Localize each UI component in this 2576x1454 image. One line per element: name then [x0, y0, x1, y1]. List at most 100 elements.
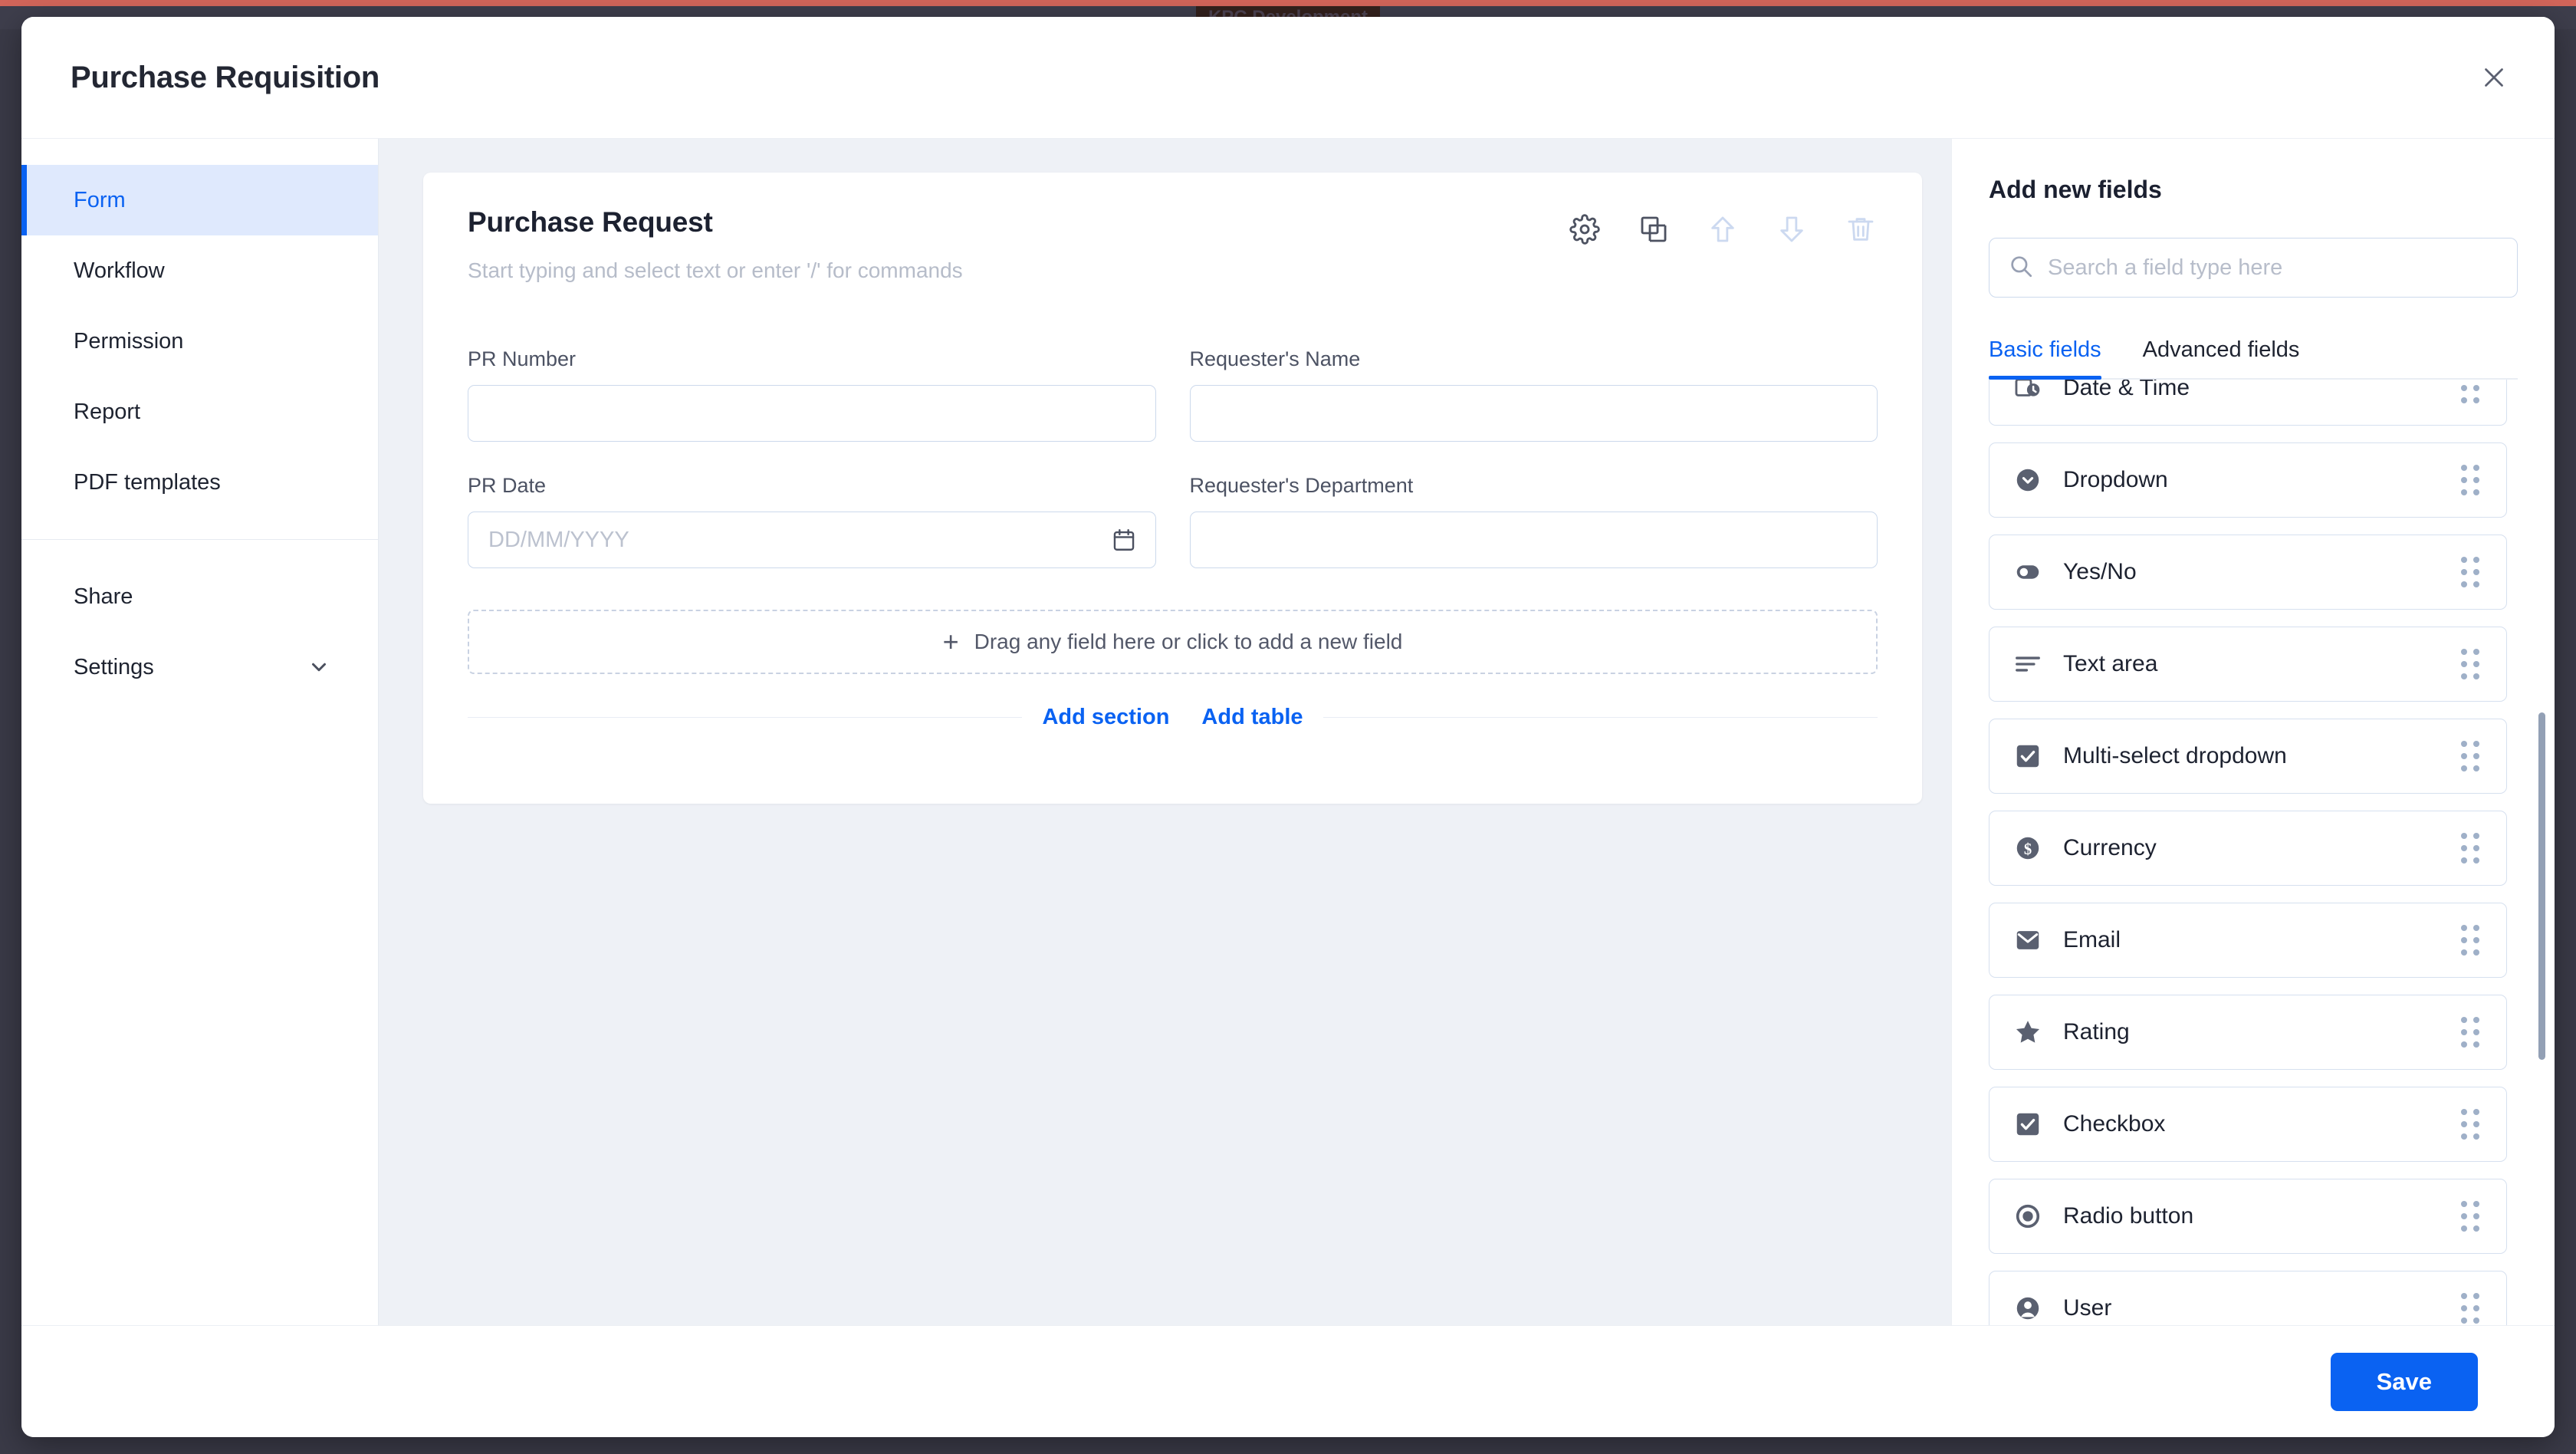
- drag-handle-icon[interactable]: [2457, 741, 2483, 771]
- add-table-button[interactable]: Add table: [1201, 705, 1303, 730]
- form-field-pr-number: PR Number: [468, 347, 1156, 442]
- form-card-inner: Purchase Request Start typing and select…: [423, 173, 1922, 718]
- field-label: Requester's Department: [1190, 474, 1878, 498]
- panel-scrollbar[interactable]: [2538, 485, 2545, 1241]
- plus-icon: +: [943, 628, 959, 656]
- field-type-search-input[interactable]: Search a field type here: [1989, 238, 2518, 298]
- form-card-toolbar: [1568, 206, 1878, 246]
- move-up-icon[interactable]: [1706, 212, 1740, 246]
- field-type-label: Text area: [2063, 651, 2157, 677]
- settings-gear-icon[interactable]: [1568, 212, 1602, 246]
- field-type-label: Radio button: [2063, 1203, 2193, 1229]
- sidebar-item-label: Settings: [74, 655, 154, 680]
- add-field-dropzone[interactable]: + Drag any field here or click to add a …: [468, 610, 1878, 674]
- field-type-label: Email: [2063, 927, 2121, 953]
- field-type-label: Dropdown: [2063, 467, 2168, 493]
- field-type-currency[interactable]: $ Currency: [1989, 811, 2507, 886]
- drag-handle-icon[interactable]: [2457, 1017, 2483, 1048]
- drag-handle-icon[interactable]: [2457, 649, 2483, 679]
- form-field-pr-date: PR Date DD/MM/YYYY: [468, 474, 1156, 568]
- field-type-label: Currency: [2063, 835, 2157, 861]
- field-type-label: Yes/No: [2063, 559, 2137, 585]
- calendar-icon[interactable]: [1111, 527, 1137, 553]
- field-type-text-area[interactable]: Text area: [1989, 627, 2507, 702]
- requester-name-input[interactable]: [1190, 385, 1878, 442]
- drag-handle-icon[interactable]: [2457, 1293, 2483, 1324]
- field-type-email[interactable]: Email: [1989, 903, 2507, 978]
- duplicate-icon[interactable]: [1637, 212, 1671, 246]
- field-type-label: Checkbox: [2063, 1111, 2165, 1137]
- star-icon: [2013, 1017, 2043, 1048]
- field-type-radio-button[interactable]: Radio button: [1989, 1179, 2507, 1254]
- modal-footer: Save: [21, 1325, 2555, 1437]
- form-field-requester-name: Requester's Name: [1190, 347, 1878, 442]
- field-type-dropdown[interactable]: Dropdown: [1989, 442, 2507, 518]
- chevron-down-icon[interactable]: [307, 656, 330, 679]
- drag-handle-icon[interactable]: [2457, 1109, 2483, 1140]
- modal-body: Form Workflow Permission Report PDF temp…: [21, 138, 2555, 1325]
- field-label: PR Number: [468, 347, 1156, 371]
- form-subtitle-placeholder[interactable]: Start typing and select text or enter '/…: [468, 258, 963, 283]
- drag-handle-icon[interactable]: [2457, 1201, 2483, 1232]
- sidebar-item-share[interactable]: Share: [21, 561, 378, 632]
- pr-number-input[interactable]: [468, 385, 1156, 442]
- panel-scrollbar-thumb[interactable]: [2538, 712, 2545, 1060]
- sidebar-item-pdf-templates[interactable]: PDF templates: [21, 447, 378, 518]
- add-section-button[interactable]: Add section: [1042, 705, 1169, 730]
- form-heading-block: Purchase Request Start typing and select…: [468, 206, 963, 283]
- field-type-label: Multi-select dropdown: [2063, 743, 2287, 769]
- purchase-requisition-modal: Purchase Requisition Form Workflow Permi…: [21, 17, 2555, 1437]
- field-type-yes-no[interactable]: Yes/No: [1989, 535, 2507, 610]
- modal-header: Purchase Requisition: [21, 17, 2555, 138]
- field-type-label: User: [2063, 1295, 2111, 1321]
- sidebar-item-permission[interactable]: Permission: [21, 306, 378, 377]
- panel-title: Add new fields: [1989, 176, 2518, 204]
- sidebar-item-form[interactable]: Form: [21, 165, 378, 235]
- dropzone-label: Drag any field here or click to add a ne…: [974, 630, 1403, 654]
- delete-trash-icon[interactable]: [1844, 212, 1878, 246]
- field-type-list: Date & Time Dropdown: [1989, 380, 2518, 1325]
- field-type-checkbox[interactable]: Checkbox: [1989, 1087, 2507, 1162]
- tab-label: Advanced fields: [2143, 337, 2300, 362]
- checkbox-icon: [2013, 1109, 2043, 1140]
- close-icon[interactable]: [2467, 51, 2521, 104]
- sidebar-item-label: Permission: [74, 329, 183, 354]
- form-canvas: Purchase Request Start typing and select…: [379, 139, 1951, 1325]
- move-down-icon[interactable]: [1775, 212, 1809, 246]
- field-type-user[interactable]: User: [1989, 1271, 2507, 1325]
- field-label: Requester's Name: [1190, 347, 1878, 371]
- form-field-requester-department: Requester's Department: [1190, 474, 1878, 568]
- sidebar-item-label: Share: [74, 584, 133, 610]
- field-type-list-scroller: Date & Time Dropdown: [1989, 380, 2507, 1325]
- search-icon: [2008, 253, 2034, 283]
- field-type-multi-select-dropdown[interactable]: Multi-select dropdown: [1989, 719, 2507, 794]
- user-icon: [2013, 1293, 2043, 1324]
- add-section-row: Add section Add table: [468, 717, 1878, 718]
- sidebar-item-settings[interactable]: Settings: [21, 632, 378, 702]
- field-type-date-time[interactable]: Date & Time: [1989, 380, 2507, 426]
- form-fields-grid: PR Number Requester's Name: [468, 347, 1878, 568]
- form-title[interactable]: Purchase Request: [468, 206, 963, 238]
- toggle-icon: [2013, 557, 2043, 587]
- drag-handle-icon[interactable]: [2457, 380, 2483, 403]
- drag-handle-icon[interactable]: [2457, 465, 2483, 495]
- pr-date-input[interactable]: DD/MM/YYYY: [468, 512, 1156, 568]
- tab-basic-fields[interactable]: Basic fields: [1989, 337, 2101, 378]
- svg-text:$: $: [2024, 841, 2032, 858]
- sidebar-item-label: Form: [74, 188, 126, 213]
- field-type-label: Rating: [2063, 1019, 2130, 1045]
- drag-handle-icon[interactable]: [2457, 557, 2483, 587]
- form-card: Purchase Request Start typing and select…: [423, 173, 1922, 804]
- drag-handle-icon[interactable]: [2457, 833, 2483, 864]
- save-button[interactable]: Save: [2331, 1353, 2478, 1411]
- panel-tabs: Basic fields Advanced fields: [1989, 337, 2518, 380]
- field-type-rating[interactable]: Rating: [1989, 995, 2507, 1070]
- drag-handle-icon[interactable]: [2457, 925, 2483, 956]
- requester-department-input[interactable]: [1190, 512, 1878, 568]
- sidebar-divider: [21, 539, 378, 540]
- sidebar-item-report[interactable]: Report: [21, 377, 378, 447]
- field-type-label: Date & Time: [2063, 380, 2190, 401]
- sidebar-item-workflow[interactable]: Workflow: [21, 235, 378, 306]
- tab-advanced-fields[interactable]: Advanced fields: [2143, 337, 2300, 378]
- dropdown-icon: [2013, 465, 2043, 495]
